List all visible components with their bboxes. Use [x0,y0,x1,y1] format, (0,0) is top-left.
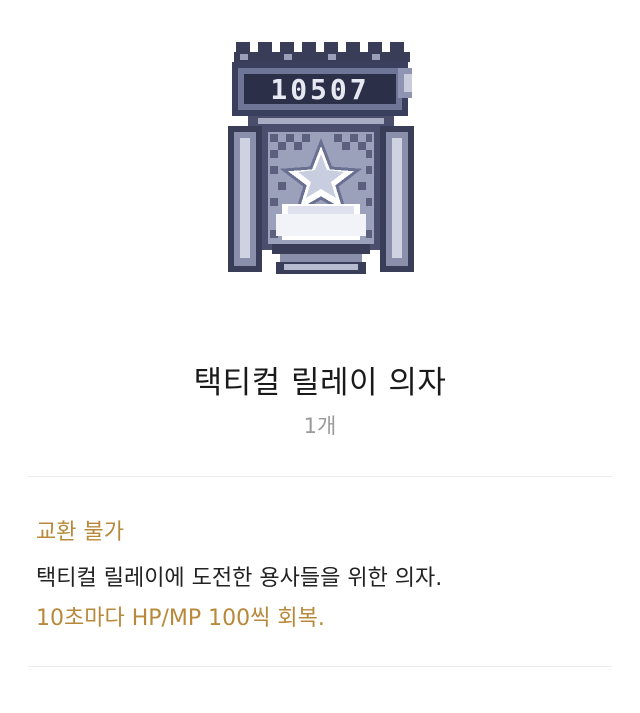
star-chair-icon: 10507 [228,42,414,274]
divider [28,476,612,477]
item-icon: 10507 [218,38,424,278]
item-effect: 10초마다 HP/MP 100씩 회복. [36,606,325,631]
item-count: 1개 [303,414,337,438]
item-description: 택티컬 릴레이에 도전한 용사들을 위한 의자. [36,566,443,591]
divider [28,666,612,667]
item-name: 택티컬 릴레이 의자 [193,365,447,401]
trade-status: 교환 불가 [36,520,124,545]
sign-number: 10507 [270,73,369,106]
